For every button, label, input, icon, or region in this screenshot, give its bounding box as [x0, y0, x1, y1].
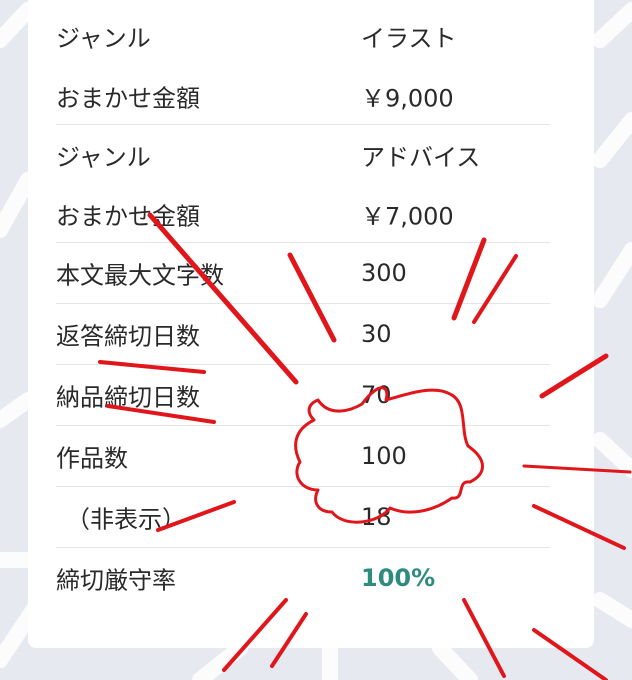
- detail-label: おまかせ金額: [56, 84, 200, 113]
- detail-label: ジャンル: [56, 24, 151, 53]
- detail-row-hidden: （非表示） 18: [56, 486, 550, 547]
- detail-value: ￥9,000: [361, 84, 454, 113]
- detail-label: （非表示）: [66, 505, 186, 534]
- detail-value: イラスト: [361, 24, 457, 53]
- detail-value: 18: [361, 503, 392, 531]
- detail-row-delivery-deadline: 納品締切日数 70: [56, 364, 550, 425]
- detail-label: 返答締切日数: [56, 322, 200, 351]
- detail-label: ジャンル: [56, 143, 151, 172]
- detail-row-genre-1: ジャンル イラスト: [56, 6, 550, 66]
- detail-value: 30: [361, 320, 392, 348]
- detail-value: 70: [361, 381, 392, 409]
- detail-label: 納品締切日数: [56, 383, 200, 412]
- detail-label: おまかせ金額: [56, 202, 200, 231]
- detail-row-genre-2: ジャンル アドバイス: [56, 124, 550, 185]
- detail-row-price-1: おまかせ金額 ￥9,000: [56, 66, 550, 126]
- detail-value: 100: [361, 442, 407, 470]
- detail-label: 締切厳守率: [56, 566, 176, 595]
- detail-value: 300: [361, 259, 407, 287]
- detail-label: 作品数: [56, 444, 128, 473]
- detail-row-reply-deadline: 返答締切日数 30: [56, 303, 550, 364]
- detail-row-deadline-rate: 締切厳守率 100%: [56, 547, 550, 608]
- detail-value: ￥7,000: [361, 202, 454, 231]
- detail-row-works: 作品数 100: [56, 425, 550, 486]
- detail-value: アドバイス: [361, 143, 481, 172]
- detail-label: 本文最大文字数: [56, 261, 224, 290]
- detail-row-price-2: おまかせ金額 ￥7,000: [56, 184, 550, 244]
- detail-row-max-chars: 本文最大文字数 300: [56, 242, 550, 303]
- deadline-rate-value: 100%: [361, 564, 436, 592]
